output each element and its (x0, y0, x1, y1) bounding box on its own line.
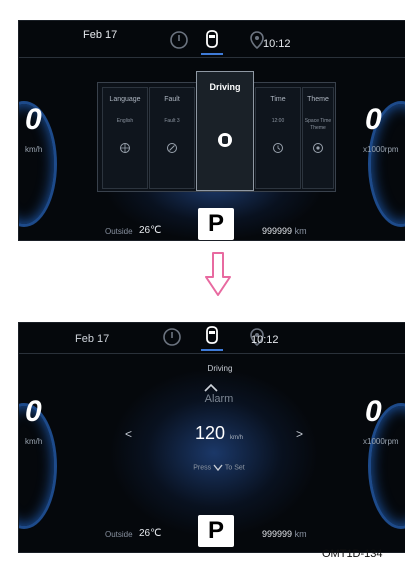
chevron-right-icon[interactable]: > (296, 427, 303, 441)
eco-icon (162, 327, 182, 347)
eco-icon (169, 30, 189, 50)
theme-icon (312, 141, 324, 153)
odometer-unit: km (294, 226, 307, 236)
top-bar-divider (19, 57, 405, 58)
outside-label: Outside (105, 530, 133, 539)
top-bar-divider (19, 353, 405, 354)
date-label: Feb 17 (83, 29, 118, 41)
tach-value: 0 (365, 395, 382, 428)
figure-caption: OMT1D-134 (322, 548, 383, 560)
alarm-value: 120 (194, 423, 225, 443)
press-instruction: Press To Set (169, 464, 269, 471)
gear-indicator: P (198, 515, 234, 547)
outside-temperature: 26℃ (139, 528, 162, 539)
alarm-title: Alarm (204, 393, 234, 405)
car-status-icon (202, 29, 222, 49)
outside-temperature: 26℃ (139, 225, 162, 236)
menu-card-driving[interactable]: Driving (196, 71, 254, 191)
tach-unit: x1000rpm (363, 145, 399, 154)
clock-icon (272, 141, 284, 153)
press-text: Press (193, 464, 212, 472)
chevron-left-icon[interactable]: < (125, 427, 132, 441)
active-indicator (201, 53, 223, 55)
menu-card-value: 12:00 (271, 118, 285, 124)
menu-card-value: Fault 3 (164, 118, 180, 124)
fault-icon (166, 141, 178, 153)
clock-label: 10:12 (263, 38, 291, 50)
chevron-up-icon[interactable] (204, 379, 218, 392)
speed-unit: km/h (25, 437, 43, 446)
tach-unit: x1000rpm (363, 437, 399, 446)
odometer-value: 999999 (262, 529, 293, 539)
menu-card-value: Space Time Theme (304, 118, 332, 131)
menu-card-time[interactable]: Time 12:00 (255, 87, 301, 189)
menu-card-fault[interactable]: Fault Fault 3 (149, 87, 195, 189)
odometer-unit: km (294, 529, 307, 539)
date-label: Feb 17 (75, 333, 110, 345)
menu-card-title: Driving (209, 82, 241, 92)
car-icon (217, 132, 233, 148)
menu-card-value: English (116, 118, 134, 124)
speed-unit: km/h (25, 145, 43, 154)
menu-card-title: Time (270, 96, 286, 103)
menu-card-title: Language (109, 96, 141, 103)
clock-label: 10:12 (251, 334, 279, 346)
to-set-text: To Set (224, 464, 245, 472)
odometer: 999999 km (262, 529, 307, 539)
transition-arrow-icon (205, 252, 231, 296)
speed-value: 0 (25, 395, 42, 428)
outside-label: Outside (105, 227, 133, 236)
menu-card-language[interactable]: Language English (102, 87, 148, 189)
cluster-screen-menu: Feb 17 10:12 0 km/h 0 x1000rpm Language … (18, 20, 405, 241)
gear-indicator: P (198, 208, 234, 240)
cluster-screen-driving-alarm: Feb 17 10:12 0 km/h 0 x1000rpm Driving A… (18, 322, 405, 553)
menu-card-title: Fault (164, 96, 180, 103)
section-title: Driving (207, 364, 233, 373)
car-status-icon (202, 325, 222, 345)
alarm-value-display: 120 km/h (169, 423, 269, 444)
tach-value: 0 (365, 103, 382, 136)
settings-menu: Language English Fault Fault 3 Driving T… (97, 71, 336, 192)
active-indicator (201, 349, 223, 351)
globe-icon (119, 141, 131, 153)
menu-card-title: Theme (307, 96, 329, 103)
chevron-down-icon (213, 464, 223, 472)
odometer: 999999 km (262, 226, 307, 236)
odometer-value: 999999 (262, 226, 293, 236)
alarm-unit: km/h (230, 435, 244, 441)
menu-card-theme[interactable]: Theme Space Time Theme (302, 87, 334, 189)
speed-value: 0 (25, 103, 42, 136)
